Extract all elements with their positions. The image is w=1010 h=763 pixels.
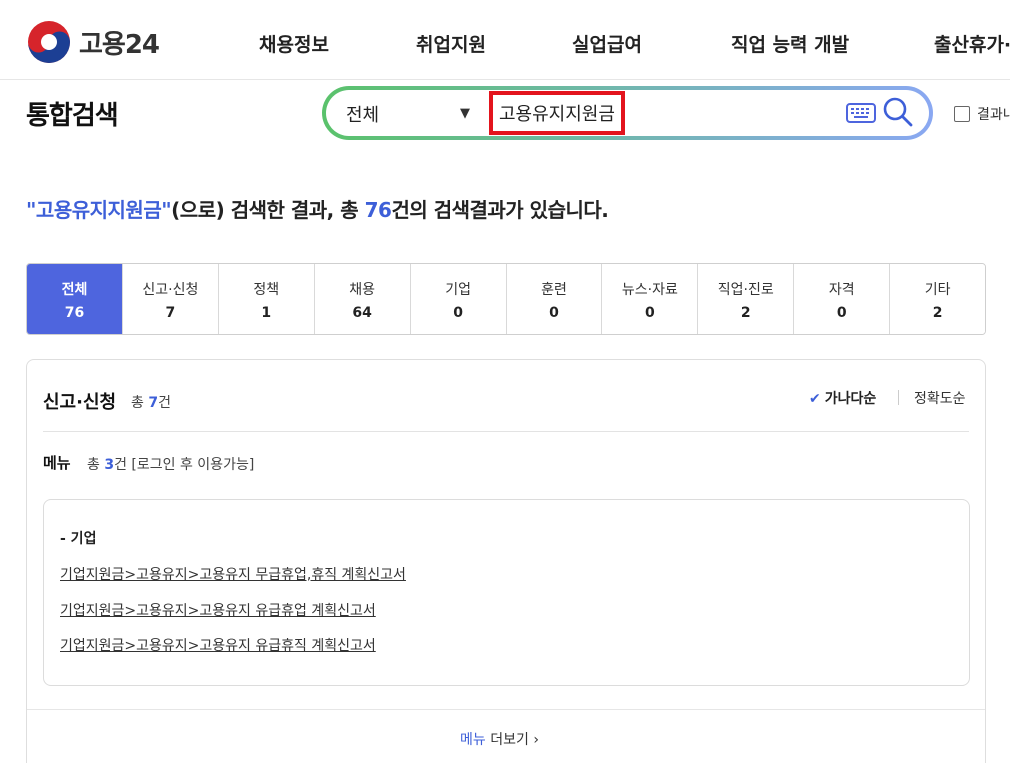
search-bar: 전체 ▼ (322, 86, 933, 140)
card-footer-divider (27, 709, 985, 710)
search-within-label: 결과내 (977, 107, 1010, 123)
tab-label: 훈련 (541, 282, 567, 298)
summary-text-end: 건의 검색결과가 있습니다. (391, 198, 609, 222)
summary-text: (으로) 검색한 결과, 총 (171, 198, 365, 222)
menu-label: 메뉴 (43, 454, 71, 472)
nav-employment-support[interactable]: 취업지원 (416, 30, 486, 57)
caret-down-icon[interactable]: ▼ (460, 106, 470, 121)
tab-label: 직업·진로 (717, 282, 774, 298)
tab-news[interactable]: 뉴스·자료 0 (602, 264, 699, 334)
site-logo[interactable]: 고용24 (27, 20, 160, 64)
tab-count: 64 (352, 305, 372, 321)
menu-result-link[interactable]: 기업지원금>고용유지>고용유지 무급휴업,휴직 계획신고서 (60, 564, 406, 584)
tab-certification[interactable]: 자격 0 (794, 264, 891, 334)
sort-alphabetical-label: 가나다순 (824, 391, 877, 407)
nav-job-info[interactable]: 채용정보 (259, 30, 329, 57)
tab-report-apply[interactable]: 신고·신청 7 (122, 264, 219, 334)
section-total-suffix: 건 (158, 395, 171, 411)
more-text: 더보기 (485, 732, 529, 748)
keyboard-icon[interactable] (846, 103, 876, 123)
section-total: 총 7건 (131, 392, 171, 412)
section-total-count: 7 (148, 395, 159, 411)
search-bar-inner: 전체 ▼ (326, 90, 929, 136)
menu-result-link[interactable]: 기업지원금>고용유지>고용유지 유급휴직 계획신고서 (60, 635, 376, 655)
menu-result-box: - 기업 기업지원금>고용유지>고용유지 무급휴업,휴직 계획신고서 기업지원금… (43, 499, 970, 686)
sort-divider (898, 390, 899, 405)
more-keyword: 메뉴 (460, 732, 486, 748)
summary-total: 76 (364, 198, 392, 222)
tab-count: 0 (549, 305, 559, 321)
tab-company[interactable]: 기업 0 (410, 264, 507, 334)
tab-label: 자격 (828, 282, 855, 298)
tab-policy[interactable]: 정책 1 (218, 264, 315, 334)
tab-career[interactable]: 직업·진로 2 (698, 264, 795, 334)
menu-total-prefix: 총 (87, 457, 105, 473)
tab-label: 정책 (253, 282, 280, 298)
tab-count: 7 (165, 305, 176, 321)
summary-keyword: 고용유지지원금 (35, 198, 162, 222)
nav-vocational-training[interactable]: 직업 능력 개발 (731, 30, 849, 57)
group-title: - 기업 (60, 531, 97, 547)
tab-count: 2 (932, 305, 943, 321)
menu-total-suffix: 건 [로그인 후 이용가능] (114, 457, 255, 473)
section-divider (43, 431, 969, 432)
tab-count: 2 (740, 305, 751, 321)
tab-count: 1 (261, 305, 272, 321)
nav-unemployment-benefit[interactable]: 실업급여 (572, 30, 642, 57)
tab-label: 신고·신청 (142, 282, 199, 298)
tab-count: 0 (836, 305, 847, 321)
menu-total-count: 3 (104, 457, 115, 473)
nav-maternity-leave[interactable]: 출산휴가· (934, 30, 1010, 57)
tab-training[interactable]: 훈련 0 (506, 264, 603, 334)
category-tabs: 전체 76 신고·신청 7 정책 1 채용 64 기업 0 훈련 0 뉴스·자료… (26, 263, 986, 335)
search-icon[interactable] (882, 96, 914, 128)
sort-alphabetical[interactable]: ✔ 가나다순 (809, 388, 876, 408)
tab-label: 전체 (61, 282, 88, 298)
tab-label: 채용 (349, 282, 376, 298)
result-summary: "고용유지지원금"(으로) 검색한 결과, 총 76건의 검색결과가 있습니다. (26, 194, 609, 223)
section-total-prefix: 총 (131, 395, 149, 411)
menu-total: 총 3건 [로그인 후 이용가능] (87, 454, 254, 474)
tab-count: 76 (64, 305, 85, 321)
page-title: 통합검색 (26, 101, 119, 131)
site-header: 고용24 채용정보 취업지원 실업급여 직업 능력 개발 출산휴가· (0, 0, 1010, 80)
checkmark-icon: ✔ (809, 391, 821, 407)
search-within-checkbox[interactable] (954, 106, 970, 122)
tab-jobs[interactable]: 채용 64 (314, 264, 411, 334)
tab-label: 뉴스·자료 (621, 282, 678, 298)
search-input[interactable] (489, 91, 625, 135)
menu-result-link[interactable]: 기업지원금>고용유지>고용유지 유급휴업 계획신고서 (60, 600, 376, 620)
summary-quote-close: " (161, 198, 172, 222)
search-within-results[interactable]: 결과내 (954, 104, 1010, 124)
sort-accuracy[interactable]: 정확도순 (914, 388, 966, 408)
tab-count: 0 (453, 305, 463, 321)
tab-label: 기업 (445, 282, 471, 298)
tab-all[interactable]: 전체 76 (27, 264, 123, 334)
chevron-right-icon: › (533, 732, 539, 748)
summary-quote-open: " (26, 198, 36, 222)
logo-text: 고용24 (79, 29, 160, 60)
search-scope-select[interactable]: 전체 (346, 101, 379, 127)
menu-more-button[interactable]: 메뉴 더보기 › (460, 729, 539, 749)
result-section-card: 신고·신청 총 7건 ✔ 가나다순 정확도순 메뉴 총 3건 [로그인 후 이용가… (26, 359, 986, 763)
taegeuk-logo-icon (28, 21, 70, 63)
tab-count: 0 (645, 305, 655, 321)
tab-label: 기타 (924, 282, 951, 298)
section-title: 신고·신청 (43, 392, 117, 413)
tab-other[interactable]: 기타 2 (890, 264, 985, 334)
